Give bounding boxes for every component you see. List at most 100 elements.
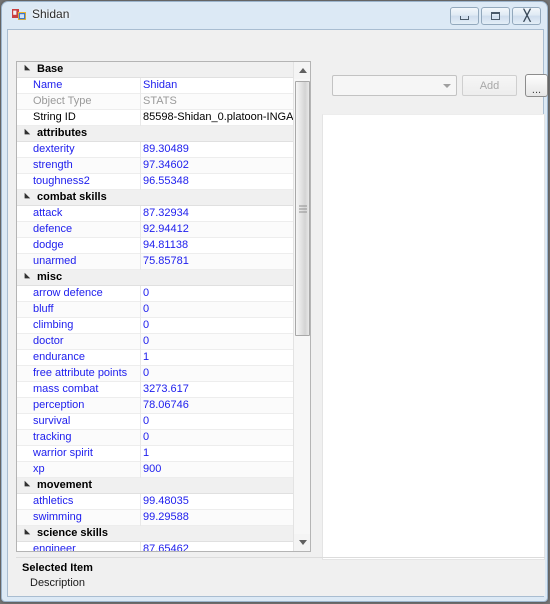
grid-row-value[interactable]: 89.30489 (143, 143, 293, 155)
grid-row-value[interactable]: 85598-Shidan_0.platoon-INGAME (143, 111, 293, 123)
grid-row-value[interactable]: 87.32934 (143, 207, 293, 219)
grid-row-value[interactable]: 1 (143, 351, 293, 363)
grid-row-value[interactable]: 900 (143, 463, 293, 475)
column-splitter[interactable] (140, 494, 141, 510)
grid-row[interactable]: engineer 87.65462 (17, 542, 295, 551)
grid-row-value[interactable]: Shidan (143, 79, 293, 91)
column-splitter[interactable] (140, 174, 141, 190)
grid-row-value[interactable]: 78.06746 (143, 399, 293, 411)
grid-row[interactable]: doctor 0 (17, 334, 295, 350)
column-splitter[interactable] (140, 302, 141, 318)
grid-row[interactable]: xp 900 (17, 462, 295, 478)
column-splitter[interactable] (140, 222, 141, 238)
column-splitter[interactable] (140, 334, 141, 350)
grid-row-value[interactable]: 99.29588 (143, 511, 293, 523)
grid-category-attributes[interactable]: attributes (17, 126, 295, 142)
grid-category-misc[interactable]: misc (17, 270, 295, 286)
grid-row[interactable]: bluff 0 (17, 302, 295, 318)
grid-row[interactable]: toughness2 96.55348 (17, 174, 295, 190)
grid-row[interactable]: strength 97.34602 (17, 158, 295, 174)
grid-row[interactable]: swimming 99.29588 (17, 510, 295, 526)
browse-button[interactable]: ... (525, 74, 548, 97)
grid-row-value[interactable]: 0 (143, 335, 293, 347)
column-splitter[interactable] (140, 94, 141, 110)
column-splitter[interactable] (140, 382, 141, 398)
grid-row[interactable]: warrior spirit 1 (17, 446, 295, 462)
column-splitter[interactable] (140, 398, 141, 414)
expander-triangle-icon[interactable] (21, 64, 31, 74)
column-splitter[interactable] (140, 238, 141, 254)
close-button[interactable]: ╳ (512, 7, 541, 25)
grid-row[interactable]: defence 92.94412 (17, 222, 295, 238)
grid-row-value[interactable]: 99.48035 (143, 495, 293, 507)
column-splitter[interactable] (140, 206, 141, 222)
expander-triangle-icon[interactable] (21, 192, 31, 202)
scrollbar-thumb[interactable] (295, 81, 310, 336)
column-splitter[interactable] (140, 142, 141, 158)
grid-row-value[interactable]: 3273.617 (143, 383, 293, 395)
scroll-up-button[interactable] (294, 62, 310, 79)
grid-row-value[interactable]: 97.34602 (143, 159, 293, 171)
grid-row[interactable]: Object Type STATS (17, 94, 295, 110)
grid-row[interactable]: attack 87.32934 (17, 206, 295, 222)
grid-row[interactable]: perception 78.06746 (17, 398, 295, 414)
grid-row[interactable]: mass combat 3273.617 (17, 382, 295, 398)
grid-row[interactable]: dexterity 89.30489 (17, 142, 295, 158)
expander-triangle-icon[interactable] (21, 272, 31, 282)
column-splitter[interactable] (140, 78, 141, 94)
expander-triangle-icon[interactable] (21, 128, 31, 138)
grid-row-value[interactable]: STATS (143, 95, 293, 107)
column-splitter[interactable] (140, 510, 141, 526)
grid-category-combat-skills[interactable]: combat skills (17, 190, 295, 206)
grid-row-value[interactable]: 1 (143, 447, 293, 459)
restore-button[interactable] (481, 7, 510, 25)
grid-row[interactable]: arrow defence 0 (17, 286, 295, 302)
grid-row-value[interactable]: 0 (143, 319, 293, 331)
expander-triangle-icon[interactable] (21, 528, 31, 538)
property-grid[interactable]: Base Name Shidan Object Type STATS String ID 8… (16, 61, 311, 552)
grid-category-Base[interactable]: Base (17, 62, 295, 78)
grid-row[interactable]: survival 0 (17, 414, 295, 430)
grid-row[interactable]: unarmed 75.85781 (17, 254, 295, 270)
grid-category-science-skills[interactable]: science skills (17, 526, 295, 542)
grid-category-movement[interactable]: movement (17, 478, 295, 494)
column-splitter[interactable] (140, 318, 141, 334)
column-splitter[interactable] (140, 446, 141, 462)
item-type-combobox[interactable] (332, 75, 457, 96)
grid-row-value[interactable]: 94.81138 (143, 239, 293, 251)
title-bar[interactable]: Shidan ╳ (2, 2, 547, 29)
grid-row-value[interactable]: 92.94412 (143, 223, 293, 235)
grid-row-value[interactable]: 96.55348 (143, 175, 293, 187)
expander-triangle-icon[interactable] (21, 480, 31, 490)
grid-row[interactable]: tracking 0 (17, 430, 295, 446)
column-splitter[interactable] (140, 350, 141, 366)
grid-row[interactable]: athletics 99.48035 (17, 494, 295, 510)
grid-row[interactable]: String ID 85598-Shidan_0.platoon-INGAME (17, 110, 295, 126)
grid-row-value[interactable]: 0 (143, 431, 293, 443)
grid-row-value[interactable]: 0 (143, 303, 293, 315)
grid-row-value[interactable]: 75.85781 (143, 255, 293, 267)
column-splitter[interactable] (140, 286, 141, 302)
add-button[interactable]: Add (462, 75, 517, 96)
column-splitter[interactable] (140, 542, 141, 551)
column-splitter[interactable] (140, 110, 141, 126)
grid-row-value[interactable]: 0 (143, 287, 293, 299)
grid-row[interactable]: climbing 0 (17, 318, 295, 334)
item-list-panel[interactable] (322, 114, 545, 560)
minimize-button[interactable] (450, 7, 479, 25)
scroll-down-button[interactable] (294, 534, 310, 551)
grid-row[interactable]: Name Shidan (17, 78, 295, 94)
grid-row[interactable]: free attribute points 0 (17, 366, 295, 382)
column-splitter[interactable] (140, 366, 141, 382)
grid-row[interactable]: dodge 94.81138 (17, 238, 295, 254)
property-grid-scrollbar[interactable] (293, 62, 310, 551)
grid-row-value[interactable]: 0 (143, 415, 293, 427)
column-splitter[interactable] (140, 414, 141, 430)
grid-row-value[interactable]: 0 (143, 367, 293, 379)
column-splitter[interactable] (140, 254, 141, 270)
grid-row-value[interactable]: 87.65462 (143, 543, 293, 551)
grid-row[interactable]: endurance 1 (17, 350, 295, 366)
column-splitter[interactable] (140, 158, 141, 174)
column-splitter[interactable] (140, 462, 141, 478)
column-splitter[interactable] (140, 430, 141, 446)
